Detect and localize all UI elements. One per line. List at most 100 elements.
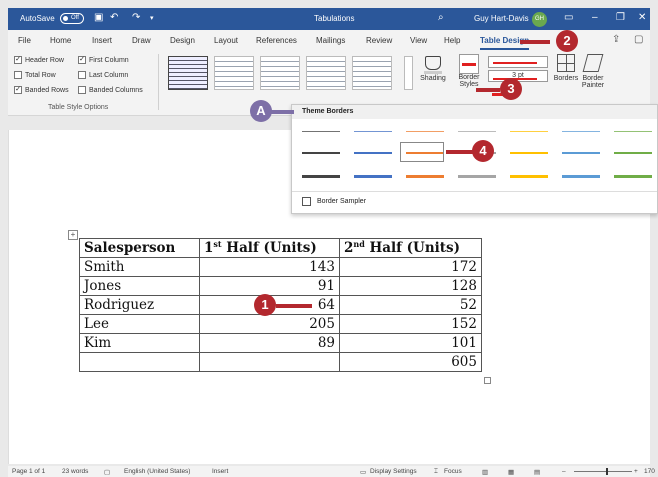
tab-view[interactable]: View bbox=[410, 36, 427, 45]
proofing-icon[interactable]: ▢ bbox=[104, 468, 110, 476]
zoom-slider[interactable] bbox=[574, 471, 632, 472]
tab-insert[interactable]: Insert bbox=[92, 36, 112, 45]
border-sampler-item[interactable]: Border Sampler bbox=[302, 197, 366, 206]
tab-home[interactable]: Home bbox=[50, 36, 71, 45]
comments-icon[interactable]: ▢ bbox=[634, 34, 643, 45]
table-style-thumb[interactable] bbox=[168, 56, 208, 90]
insert-mode[interactable]: Insert bbox=[212, 468, 228, 475]
table-cell[interactable]: Jones bbox=[79, 276, 200, 296]
header-salesperson[interactable]: Salesperson bbox=[79, 238, 200, 258]
first-column-option[interactable]: ✓ First Column bbox=[78, 56, 129, 64]
theme-border-swatch[interactable] bbox=[510, 152, 548, 154]
theme-border-swatch[interactable] bbox=[406, 175, 444, 178]
table-cell[interactable]: 205 bbox=[199, 314, 340, 334]
word-count[interactable]: 23 words bbox=[62, 468, 88, 475]
header-second-half[interactable]: 2nd Half (Units) bbox=[339, 238, 482, 258]
theme-border-swatch[interactable] bbox=[562, 131, 600, 132]
save-icon[interactable]: ▣ bbox=[94, 12, 103, 23]
border-styles-button[interactable]: Border Styles bbox=[454, 54, 484, 104]
theme-border-swatch[interactable] bbox=[614, 131, 652, 132]
theme-border-swatch[interactable] bbox=[354, 152, 392, 154]
table-cell[interactable]: 128 bbox=[339, 276, 482, 296]
print-layout-icon[interactable]: ▦ bbox=[508, 468, 514, 476]
theme-border-swatch[interactable] bbox=[458, 131, 496, 132]
table-cell[interactable]: Kim bbox=[79, 333, 200, 353]
table-cell[interactable]: 172 bbox=[339, 257, 482, 277]
user-name[interactable]: Guy Hart-Davis bbox=[474, 14, 529, 23]
search-icon[interactable]: ⌕ bbox=[438, 12, 444, 23]
close-icon[interactable]: ✕ bbox=[638, 12, 646, 23]
tab-draw[interactable]: Draw bbox=[132, 36, 151, 45]
avatar[interactable]: GH bbox=[532, 12, 547, 27]
tab-layout[interactable]: Layout bbox=[214, 36, 238, 45]
theme-border-swatch[interactable] bbox=[510, 131, 548, 132]
last-column-option[interactable]: Last Column bbox=[78, 71, 128, 79]
table-style-thumb[interactable] bbox=[214, 56, 254, 90]
autosave-toggle[interactable]: Off bbox=[60, 13, 84, 24]
banded-columns-option[interactable]: Banded Columns bbox=[78, 86, 143, 94]
shading-button[interactable]: Shading bbox=[418, 54, 448, 104]
web-layout-icon[interactable]: ▤ bbox=[534, 468, 540, 476]
display-settings[interactable]: Display Settings bbox=[370, 468, 417, 475]
theme-border-swatch[interactable] bbox=[458, 175, 496, 178]
undo-icon[interactable]: ↶ bbox=[110, 12, 118, 23]
styles-gallery-scroll[interactable] bbox=[404, 56, 413, 90]
display-settings-icon[interactable]: ▭ bbox=[360, 468, 366, 476]
tab-help[interactable]: Help bbox=[444, 36, 460, 45]
borders-button[interactable]: Borders bbox=[553, 54, 579, 102]
header-first-half[interactable]: 1st Half (Units) bbox=[199, 238, 340, 258]
redo-icon[interactable]: ↷ bbox=[132, 12, 140, 23]
focus-icon[interactable]: ⌶ bbox=[434, 468, 438, 476]
table-cell[interactable] bbox=[79, 352, 200, 372]
table-cell[interactable]: 52 bbox=[339, 295, 482, 315]
ribbon-display-icon[interactable]: ▭ bbox=[564, 12, 573, 23]
tab-mailings[interactable]: Mailings bbox=[316, 36, 345, 45]
focus-mode[interactable]: Focus bbox=[444, 468, 462, 475]
read-mode-icon[interactable]: ▥ bbox=[482, 468, 488, 476]
table-cell[interactable]: Lee bbox=[79, 314, 200, 334]
table-resize-handle[interactable] bbox=[484, 377, 491, 384]
theme-border-swatch[interactable] bbox=[614, 152, 652, 154]
table-cell[interactable]: 152 bbox=[339, 314, 482, 334]
table-cell[interactable]: Smith bbox=[79, 257, 200, 277]
total-row-option[interactable]: Total Row bbox=[14, 71, 56, 79]
theme-border-swatch[interactable] bbox=[406, 131, 444, 132]
page-count[interactable]: Page 1 of 1 bbox=[12, 468, 45, 475]
table-style-thumb[interactable] bbox=[352, 56, 392, 90]
restore-icon[interactable]: ❐ bbox=[616, 12, 625, 23]
table-cell[interactable] bbox=[199, 352, 340, 372]
theme-border-swatch[interactable] bbox=[354, 175, 392, 178]
table-cell[interactable]: 91 bbox=[199, 276, 340, 296]
table-cell[interactable]: 89 bbox=[199, 333, 340, 353]
border-painter-button[interactable]: Border Painter bbox=[580, 54, 606, 102]
table-cell[interactable]: Rodriguez bbox=[79, 295, 200, 315]
theme-border-swatch[interactable] bbox=[354, 131, 392, 132]
tab-design[interactable]: Design bbox=[170, 36, 195, 45]
table-cell[interactable]: 605 bbox=[339, 352, 482, 372]
theme-border-swatch[interactable] bbox=[562, 152, 600, 154]
zoom-out-icon[interactable]: – bbox=[562, 468, 566, 475]
table-cell[interactable]: 101 bbox=[339, 333, 482, 353]
theme-border-swatch[interactable] bbox=[302, 152, 340, 154]
zoom-in-icon[interactable]: + bbox=[634, 468, 638, 475]
table-style-thumb[interactable] bbox=[260, 56, 300, 90]
theme-border-swatch[interactable] bbox=[510, 175, 548, 178]
tab-references[interactable]: References bbox=[256, 36, 297, 45]
theme-border-swatch[interactable] bbox=[562, 175, 600, 178]
table-cell[interactable]: 143 bbox=[199, 257, 340, 277]
zoom-slider-thumb[interactable] bbox=[606, 468, 608, 475]
language-status[interactable]: English (United States) bbox=[124, 468, 190, 475]
theme-border-swatch[interactable] bbox=[302, 131, 340, 132]
minimize-icon[interactable]: – bbox=[592, 12, 598, 23]
share-icon[interactable]: ⇪ bbox=[612, 34, 620, 45]
line-style-dropdown[interactable] bbox=[488, 56, 548, 68]
customize-toolbar-icon[interactable]: ▾ bbox=[150, 14, 154, 22]
table-style-thumb[interactable] bbox=[306, 56, 346, 90]
table-move-handle-icon[interactable]: + bbox=[68, 230, 78, 240]
theme-border-swatch[interactable] bbox=[614, 175, 652, 178]
theme-border-swatch[interactable] bbox=[302, 175, 340, 178]
tab-file[interactable]: File bbox=[18, 36, 31, 45]
zoom-level[interactable]: 170 bbox=[644, 468, 655, 475]
tab-review[interactable]: Review bbox=[366, 36, 392, 45]
header-row-option[interactable]: ✓ Header Row bbox=[14, 56, 64, 64]
